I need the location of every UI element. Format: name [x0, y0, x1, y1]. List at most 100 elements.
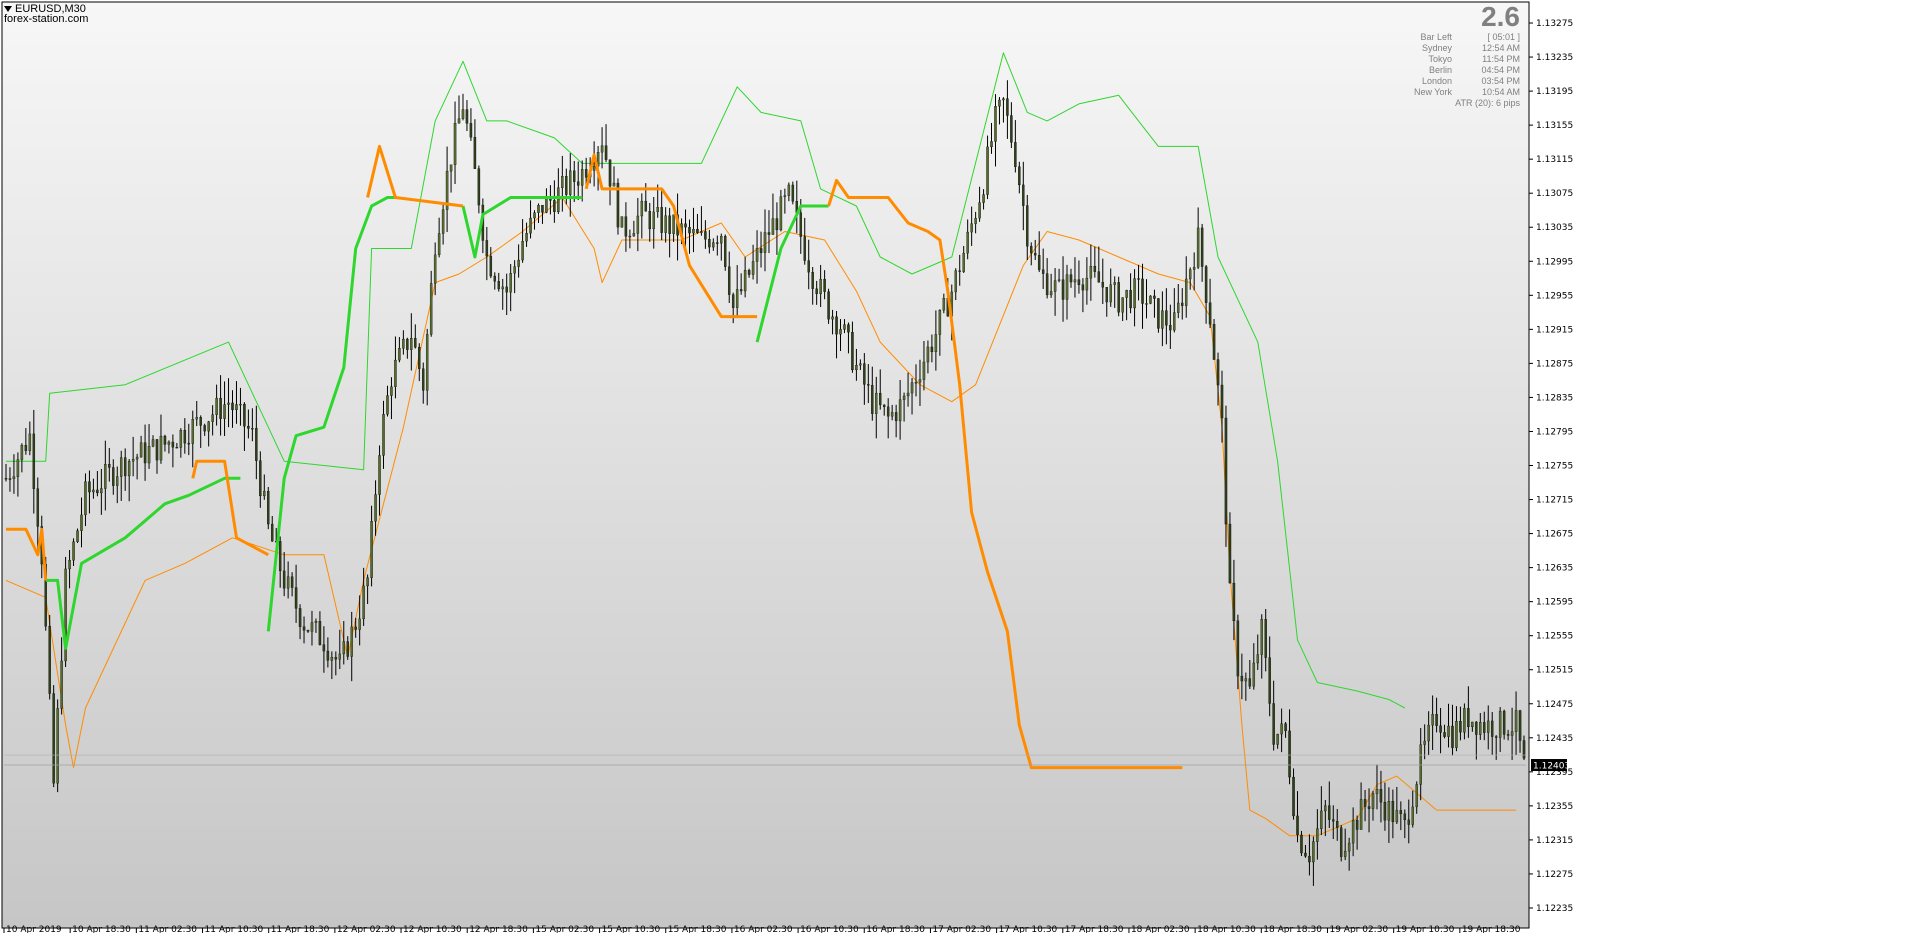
candle-body	[1006, 98, 1009, 116]
candle-body	[1188, 269, 1192, 280]
chart-window[interactable]: 1.13275 1.13235 1.13195 1.13155 1.13115 1.130…	[0, 0, 1916, 935]
y-tick-label: 1.12275	[1536, 870, 1573, 880]
candle-body	[656, 207, 659, 213]
candle-body	[278, 541, 282, 572]
candle-body	[1157, 298, 1160, 329]
candle-body	[1248, 678, 1252, 687]
y-tick-label: 1.12355	[1536, 802, 1573, 812]
candle-body	[791, 184, 795, 202]
candle-body	[16, 459, 20, 477]
candle-body	[1451, 725, 1454, 748]
candle-body	[827, 291, 830, 320]
candle-body	[807, 260, 810, 273]
candle-body	[624, 216, 628, 237]
price-chart[interactable]: 1.13275 1.13235 1.13195 1.13155 1.13115 1.130…	[0, 0, 1916, 935]
candle-body	[1022, 184, 1025, 206]
candle-body	[1475, 721, 1478, 735]
candle-body	[1002, 98, 1005, 101]
candle-body	[1312, 841, 1315, 863]
candle-body	[978, 202, 981, 219]
candle-body	[1463, 708, 1466, 733]
candle-body	[600, 145, 604, 153]
candle-body	[1117, 282, 1120, 313]
candle-body	[775, 218, 779, 231]
candle-body	[863, 363, 866, 385]
y-tick-label: 1.12555	[1536, 632, 1573, 642]
candle-body	[1101, 282, 1105, 288]
candle-body	[1145, 303, 1148, 305]
candle-body	[1284, 723, 1287, 732]
y-tick-label: 1.13155	[1536, 121, 1573, 131]
candle-body	[314, 621, 318, 623]
candle-body	[56, 708, 59, 784]
candle-body	[76, 530, 79, 542]
candle-body	[191, 419, 195, 444]
x-tick-label: 17 Apr 10:30	[999, 925, 1058, 933]
candle-body	[1121, 297, 1124, 313]
candle-body	[1153, 295, 1156, 299]
y-tick-label: 1.12955	[1536, 291, 1573, 301]
candle-body	[437, 233, 441, 256]
candle-body	[1113, 282, 1116, 285]
y-tick-label: 1.12675	[1536, 530, 1573, 540]
candle-body	[576, 181, 580, 186]
candle-body	[497, 281, 500, 290]
candle-body	[1228, 523, 1232, 584]
candle-body	[330, 657, 334, 661]
candle-body	[493, 275, 497, 282]
candle-body	[875, 392, 878, 414]
candle-body	[270, 523, 274, 542]
candle-body	[720, 236, 723, 244]
candle-body	[374, 494, 377, 522]
candle-body	[513, 266, 516, 274]
candle-body	[1399, 810, 1403, 815]
candle-body	[823, 278, 826, 292]
candle-body	[1065, 274, 1069, 300]
y-tick-label: 1.12515	[1536, 666, 1573, 676]
y-tick-label: 1.12475	[1536, 700, 1573, 710]
candle-body	[159, 435, 163, 461]
candle-body	[457, 118, 461, 124]
candle-body	[910, 382, 914, 394]
candle-body	[692, 228, 695, 234]
candle-body	[1522, 740, 1526, 759]
candle-body	[1073, 279, 1077, 283]
candle-body	[342, 641, 346, 655]
candle-body	[1049, 291, 1053, 296]
candle-body	[302, 626, 306, 631]
clock-row: Berlin 04:54 PM	[1404, 65, 1520, 76]
dropdown-triangle-icon[interactable]	[4, 6, 12, 12]
candle-body	[1328, 805, 1331, 820]
candle-body	[80, 514, 83, 531]
symbol-info: EURUSD,M30 forex-station.com	[4, 4, 89, 25]
watermark-label: forex-station.com	[4, 13, 89, 25]
candle-body	[195, 417, 198, 420]
candle-body	[811, 272, 814, 289]
candle-body	[803, 236, 806, 261]
candle-body	[286, 576, 290, 589]
candle-body	[422, 368, 425, 391]
candle-body	[501, 286, 504, 290]
candle-body	[859, 363, 862, 366]
candle-body	[243, 403, 246, 427]
candle-body	[628, 235, 632, 238]
candle-body	[223, 404, 226, 419]
x-tick-label: 15 Apr 02:30	[535, 925, 594, 933]
candle-body	[1037, 255, 1041, 270]
candle-body	[1045, 273, 1049, 296]
candle-body	[394, 359, 397, 387]
candle-body	[60, 660, 63, 709]
clock-row: London 03:54 PM	[1404, 76, 1520, 87]
candle-body	[135, 456, 139, 460]
candle-body	[207, 421, 210, 432]
candle-body	[1288, 730, 1291, 778]
x-tick-label: 19 Apr 10:30	[1396, 925, 1455, 933]
axis-background	[1530, 0, 1916, 933]
panel-value: 2.6	[1481, 1, 1520, 32]
candle-body	[52, 693, 55, 784]
candle-body	[731, 294, 735, 308]
x-tick-label: 11 Apr 18:30	[271, 925, 330, 933]
candle-body	[974, 217, 977, 224]
candle-body	[1502, 710, 1506, 735]
candle-body	[267, 491, 270, 525]
